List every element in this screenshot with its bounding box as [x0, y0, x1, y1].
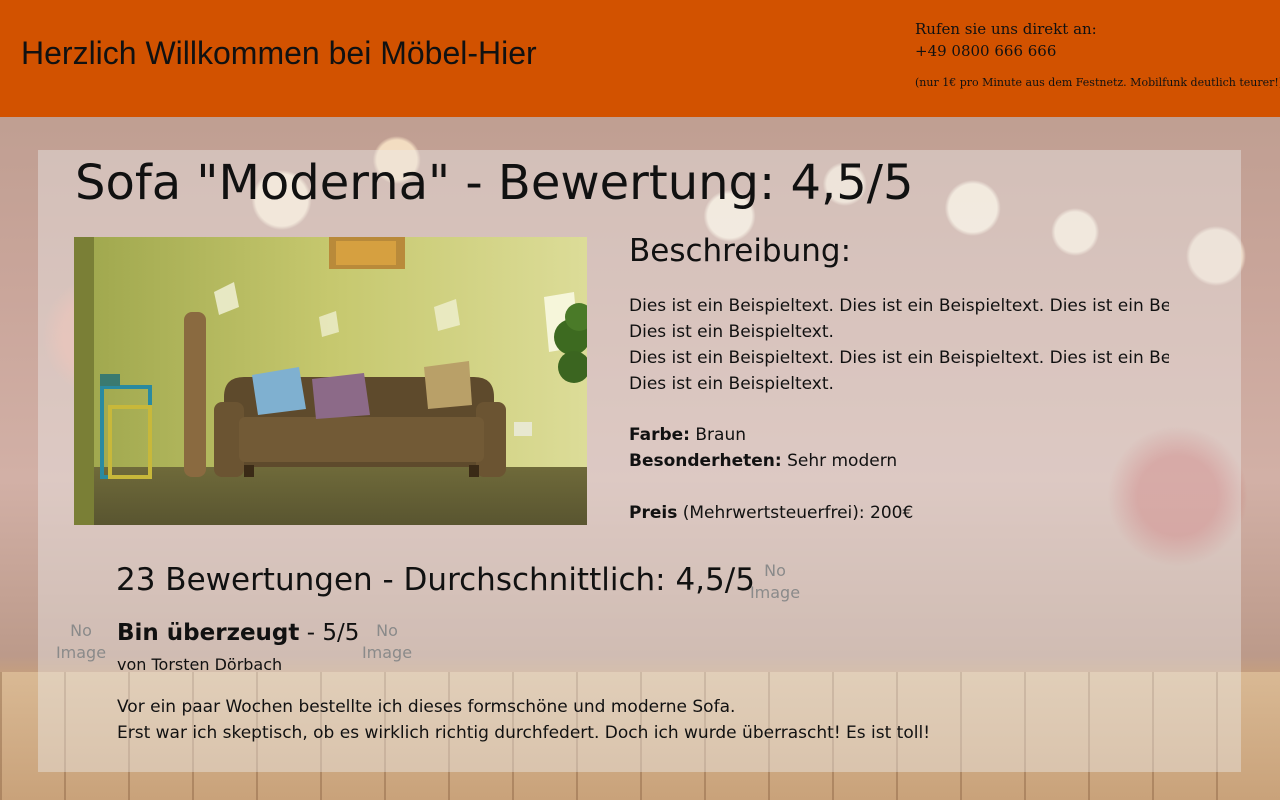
sofa-photo: [74, 237, 587, 525]
product-properties: Farbe: Braun Besonderheten: Sehr modern: [629, 422, 897, 474]
price-label: Preis: [629, 503, 678, 523]
product-image: [74, 237, 587, 525]
product-title: Sofa "Moderna" - Bewertung: 4,5/5: [75, 155, 914, 211]
review-rating-image-placeholder: No Image: [361, 621, 413, 662]
review-headline: Bin überzeugt: [117, 620, 300, 646]
description-text: Dies ist ein Beispieltext. Dies ist ein …: [629, 293, 1169, 397]
review-title: Bin überzeugt - 5/5: [117, 620, 359, 646]
site-header: Herzlich Willkommen bei Möbel-Hier Rufen…: [0, 0, 1280, 117]
price-value: (Mehrwertsteuerfrei): 200€: [682, 503, 914, 523]
contact-box: Rufen sie uns direkt an: +49 0800 666 66…: [915, 20, 1280, 89]
site-title: Herzlich Willkommen bei Möbel-Hier: [21, 35, 537, 71]
review-rating: - 5/5: [306, 620, 360, 646]
review-body-line: Vor ein paar Wochen bestellte ich dieses…: [117, 697, 736, 717]
features-value: Sehr modern: [787, 451, 898, 471]
contact-cost-note: (nur 1€ pro Minute aus dem Festnetz. Mob…: [915, 76, 1280, 89]
rating-image-placeholder: No Image: [749, 561, 801, 602]
description-heading: Beschreibung:: [629, 233, 852, 269]
color-row: Farbe: Braun: [629, 422, 897, 448]
contact-call-label: Rufen sie uns direkt an:: [915, 20, 1097, 38]
features-label: Besonderheten:: [629, 451, 782, 471]
description-line: Dies ist ein Beispieltext. Dies ist ein …: [629, 348, 1169, 368]
review-author: von Torsten Dörbach: [117, 655, 283, 674]
description-line: Dies ist ein Beispieltext. Dies ist ein …: [629, 296, 1169, 316]
price-row: Preis (Mehrwertsteuerfrei): 200€: [629, 500, 913, 526]
color-value: Braun: [695, 425, 747, 445]
contact-phone[interactable]: +49 0800 666 666: [915, 42, 1275, 60]
review-body: Vor ein paar Wochen bestellte ich dieses…: [117, 694, 930, 746]
features-row: Besonderheten: Sehr modern: [629, 448, 897, 474]
review-body-line: Erst war ich skeptisch, ob es wirklich r…: [117, 723, 931, 743]
description-line: Dies ist ein Beispieltext.: [629, 322, 834, 342]
color-label: Farbe:: [629, 425, 690, 445]
description-line: Dies ist ein Beispieltext.: [629, 374, 834, 394]
reviews-heading: 23 Bewertungen - Durchschnittlich: 4,5/5: [116, 562, 755, 598]
reviewer-avatar-placeholder: No Image: [55, 621, 107, 662]
